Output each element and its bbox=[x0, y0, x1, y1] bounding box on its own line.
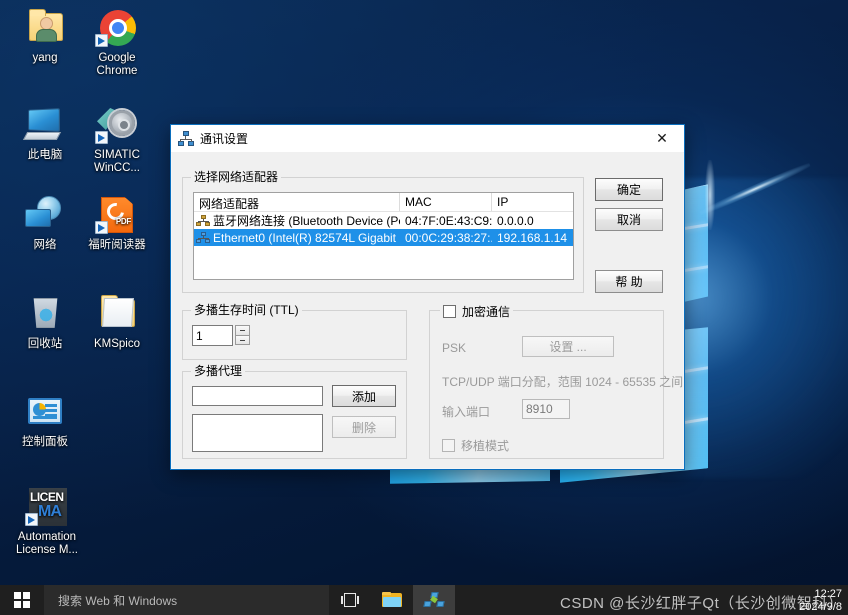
automation-license-manager-icon: LICEN MA bbox=[25, 487, 69, 527]
simatic-net-taskbar-button[interactable] bbox=[413, 585, 455, 615]
port-range-hint: TCP/UDP 端口分配，范围 1024 - 65535 之间 bbox=[442, 375, 684, 389]
spinner-down-icon[interactable] bbox=[235, 335, 250, 345]
adapter-ip-cell: 192.168.1.14 bbox=[497, 230, 568, 245]
desktop-icon-network[interactable]: 网络 bbox=[8, 195, 82, 252]
adapter-ip-cell: 0.0.0.0 bbox=[497, 213, 534, 228]
adapter-group: 选择网络适配器 网络适配器 MAC IP 蓝牙网络连接 (Bluetooth D… bbox=[182, 170, 584, 293]
ttl-group: 多播生存时间 (TTL) bbox=[182, 303, 407, 360]
adapter-mac-cell: 00:0C:29:38:27:... bbox=[405, 230, 492, 245]
file-explorer-button[interactable] bbox=[371, 585, 413, 615]
desktop-icon-label: KMSpico bbox=[93, 338, 141, 350]
start-button[interactable] bbox=[0, 585, 44, 615]
desktop[interactable]: yang Google Chrome 此电脑 SIMATIC WinCC... bbox=[0, 0, 848, 615]
ttl-group-legend: 多播生存时间 (TTL) bbox=[191, 303, 302, 317]
taskbar-clock[interactable]: 12:27 2024/9/8 bbox=[799, 588, 842, 614]
desktop-icon-kmspico[interactable]: KMSpico bbox=[80, 294, 154, 351]
table-row[interactable]: 蓝牙网络连接 (Bluetooth Device (Per... 04:7F:0… bbox=[194, 212, 573, 229]
ok-button[interactable]: 确定 bbox=[595, 178, 663, 201]
search-placeholder: 搜索 Web 和 Windows bbox=[58, 593, 178, 608]
communication-settings-dialog[interactable]: 通讯设置 ✕ 选择网络适配器 网络适配器 MAC IP 蓝牙网络连接 (Blue… bbox=[170, 124, 685, 470]
proxy-input[interactable] bbox=[192, 386, 323, 406]
adapter-name-cell: 蓝牙网络连接 (Bluetooth Device (Per... bbox=[194, 212, 400, 229]
column-header-ip[interactable]: IP bbox=[492, 193, 573, 211]
network-icon bbox=[23, 195, 67, 235]
simatic-wincc-icon bbox=[95, 105, 139, 145]
adapter-name-text: Ethernet0 (Intel(R) 82574L Gigabit N... bbox=[213, 230, 400, 245]
port-input[interactable] bbox=[522, 399, 570, 419]
proxy-group: 多播代理 添加 删除 bbox=[182, 364, 407, 459]
adapter-group-legend: 选择网络适配器 bbox=[191, 170, 282, 184]
kmspico-folder-icon bbox=[95, 294, 139, 334]
windows-logo-icon bbox=[14, 592, 30, 608]
delete-button[interactable]: 删除 bbox=[332, 416, 396, 438]
desktop-icon-label: 此电脑 bbox=[27, 149, 63, 161]
network-adapter-icon bbox=[196, 214, 210, 227]
this-pc-icon bbox=[22, 105, 67, 145]
desktop-icon-automation-license-manager[interactable]: LICEN MA Automation License M... bbox=[4, 487, 90, 557]
file-explorer-icon bbox=[382, 592, 402, 608]
ttl-input[interactable] bbox=[192, 325, 233, 346]
desktop-icon-recycle-bin[interactable]: 回收站 bbox=[8, 294, 82, 351]
adapter-name-text: 蓝牙网络连接 (Bluetooth Device (Per... bbox=[213, 214, 400, 228]
psk-label: PSK bbox=[442, 341, 467, 355]
desktop-icon-label: 回收站 bbox=[27, 338, 63, 350]
encrypted-communication-checkbox[interactable]: 加密通信 bbox=[440, 303, 514, 320]
taskbar[interactable]: 搜索 Web 和 Windows bbox=[0, 585, 848, 615]
column-header-mac[interactable]: MAC bbox=[400, 193, 492, 211]
desktop-icon-this-pc[interactable]: 此电脑 bbox=[8, 105, 82, 162]
desktop-icon-google-chrome[interactable]: Google Chrome bbox=[80, 8, 154, 78]
desktop-icon-label: Google Chrome bbox=[96, 52, 138, 77]
foxit-reader-icon: PDF bbox=[95, 195, 139, 235]
dialog-titlebar[interactable]: 通讯设置 ✕ bbox=[171, 125, 684, 153]
help-button[interactable]: 帮 助 bbox=[595, 270, 663, 293]
clock-time: 12:27 bbox=[814, 588, 842, 600]
desktop-icon-foxit-reader[interactable]: PDF 福昕阅读器 bbox=[80, 195, 154, 252]
add-button[interactable]: 添加 bbox=[332, 385, 396, 407]
desktop-icon-yang[interactable]: yang bbox=[8, 8, 82, 65]
desktop-icon-simatic-wincc[interactable]: SIMATIC WinCC... bbox=[80, 105, 154, 175]
port-label: 输入端口 bbox=[442, 405, 491, 419]
desktop-icon-label: Automation License M... bbox=[16, 531, 78, 556]
ttl-spin-buttons[interactable] bbox=[235, 325, 250, 346]
cancel-button[interactable]: 取消 bbox=[595, 208, 663, 231]
search-input[interactable]: 搜索 Web 和 Windows bbox=[44, 585, 329, 615]
desktop-icon-label: 网络 bbox=[33, 239, 57, 251]
dialog-title: 通讯设置 bbox=[200, 132, 249, 146]
close-icon[interactable]: ✕ bbox=[640, 125, 684, 153]
portable-mode-checkbox[interactable]: 移植模式 bbox=[442, 437, 509, 454]
network-adapter-icon bbox=[196, 231, 210, 244]
checkbox-icon[interactable] bbox=[442, 439, 455, 452]
encrypted-communication-label: 加密通信 bbox=[462, 305, 511, 319]
table-row[interactable]: Ethernet0 (Intel(R) 82574L Gigabit N... … bbox=[194, 229, 573, 246]
proxy-group-legend: 多播代理 bbox=[191, 364, 246, 378]
google-chrome-icon bbox=[95, 8, 139, 48]
control-panel-icon bbox=[23, 392, 67, 432]
desktop-icon-label: 控制面板 bbox=[22, 436, 68, 448]
checkbox-icon[interactable] bbox=[443, 305, 456, 318]
desktop-icon-control-panel[interactable]: 控制面板 bbox=[8, 392, 82, 449]
simatic-net-icon bbox=[423, 592, 445, 608]
adapter-mac-cell: 04:7F:0E:43:C9:... bbox=[405, 213, 492, 228]
dialog-body: 选择网络适配器 网络适配器 MAC IP 蓝牙网络连接 (Bluetooth D… bbox=[171, 153, 684, 470]
user-folder-icon bbox=[23, 8, 67, 48]
recycle-bin-icon bbox=[23, 294, 67, 334]
ttl-stepper[interactable] bbox=[192, 325, 250, 346]
adapter-name-cell: Ethernet0 (Intel(R) 82574L Gigabit N... bbox=[194, 231, 400, 245]
psk-settings-button[interactable]: 设置 ... bbox=[522, 336, 614, 357]
task-view-button[interactable] bbox=[329, 585, 371, 615]
portable-mode-label: 移植模式 bbox=[461, 439, 510, 453]
adapter-list[interactable]: 网络适配器 MAC IP 蓝牙网络连接 (Bluetooth Device (P… bbox=[193, 192, 574, 280]
task-view-icon bbox=[341, 593, 359, 607]
spinner-up-icon[interactable] bbox=[235, 325, 250, 335]
network-nodes-icon bbox=[178, 130, 194, 147]
proxy-list[interactable] bbox=[192, 414, 323, 452]
column-header-adapter[interactable]: 网络适配器 bbox=[194, 193, 400, 211]
desktop-icon-label: SIMATIC WinCC... bbox=[94, 149, 140, 174]
clock-date: 2024/9/8 bbox=[799, 601, 842, 613]
desktop-icon-label: 福昕阅读器 bbox=[88, 239, 146, 251]
encryption-group: 加密通信 PSK 设置 ... TCP/UDP 端口分配，范围 1024 - 6… bbox=[429, 303, 683, 459]
adapter-list-header: 网络适配器 MAC IP bbox=[194, 193, 573, 212]
desktop-icon-label: yang bbox=[32, 52, 58, 64]
